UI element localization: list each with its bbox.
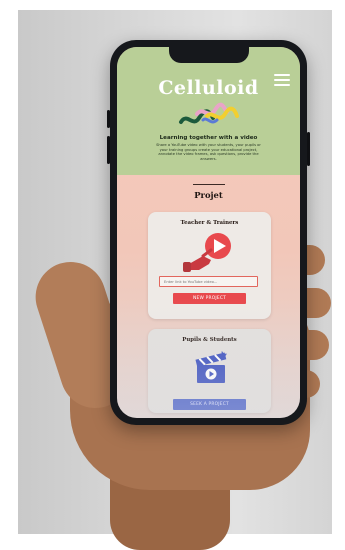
phone-frame: Celluloid Learning together with a video… xyxy=(107,40,310,425)
hand-play-video-icon xyxy=(183,233,231,272)
seek-project-button[interactable]: SEEK A PROJECT xyxy=(173,399,246,410)
tagline: Learning together with a video xyxy=(159,135,258,141)
hamburger-menu-icon[interactable] xyxy=(274,74,290,86)
hero-header: Celluloid Learning together with a video… xyxy=(117,47,300,175)
phone-side-button xyxy=(107,110,110,128)
students-card: Pupils & Students SEEK A PROJECT xyxy=(148,329,271,413)
section-divider xyxy=(193,184,225,185)
youtube-link-input[interactable] xyxy=(159,276,258,287)
phone-side-button xyxy=(107,136,110,164)
brand-logo-text: Celluloid xyxy=(158,77,259,99)
new-project-button[interactable]: NEW PROJECT xyxy=(173,293,246,304)
phone-side-button xyxy=(307,132,310,166)
teachers-card-title: Teacher & Trainers xyxy=(180,220,239,226)
phone-screen: Celluloid Learning together with a video… xyxy=(117,47,300,418)
app-description: Share a YouTube video with your students… xyxy=(156,143,261,161)
section-title: Projet xyxy=(194,190,223,200)
clapperboard-icon xyxy=(195,351,227,383)
celluloid-logo-icon xyxy=(179,102,239,124)
phone-notch xyxy=(168,47,249,63)
teachers-card: Teacher & Trainers NEW PROJECT xyxy=(148,212,271,319)
students-card-title: Pupils & Students xyxy=(182,337,237,343)
